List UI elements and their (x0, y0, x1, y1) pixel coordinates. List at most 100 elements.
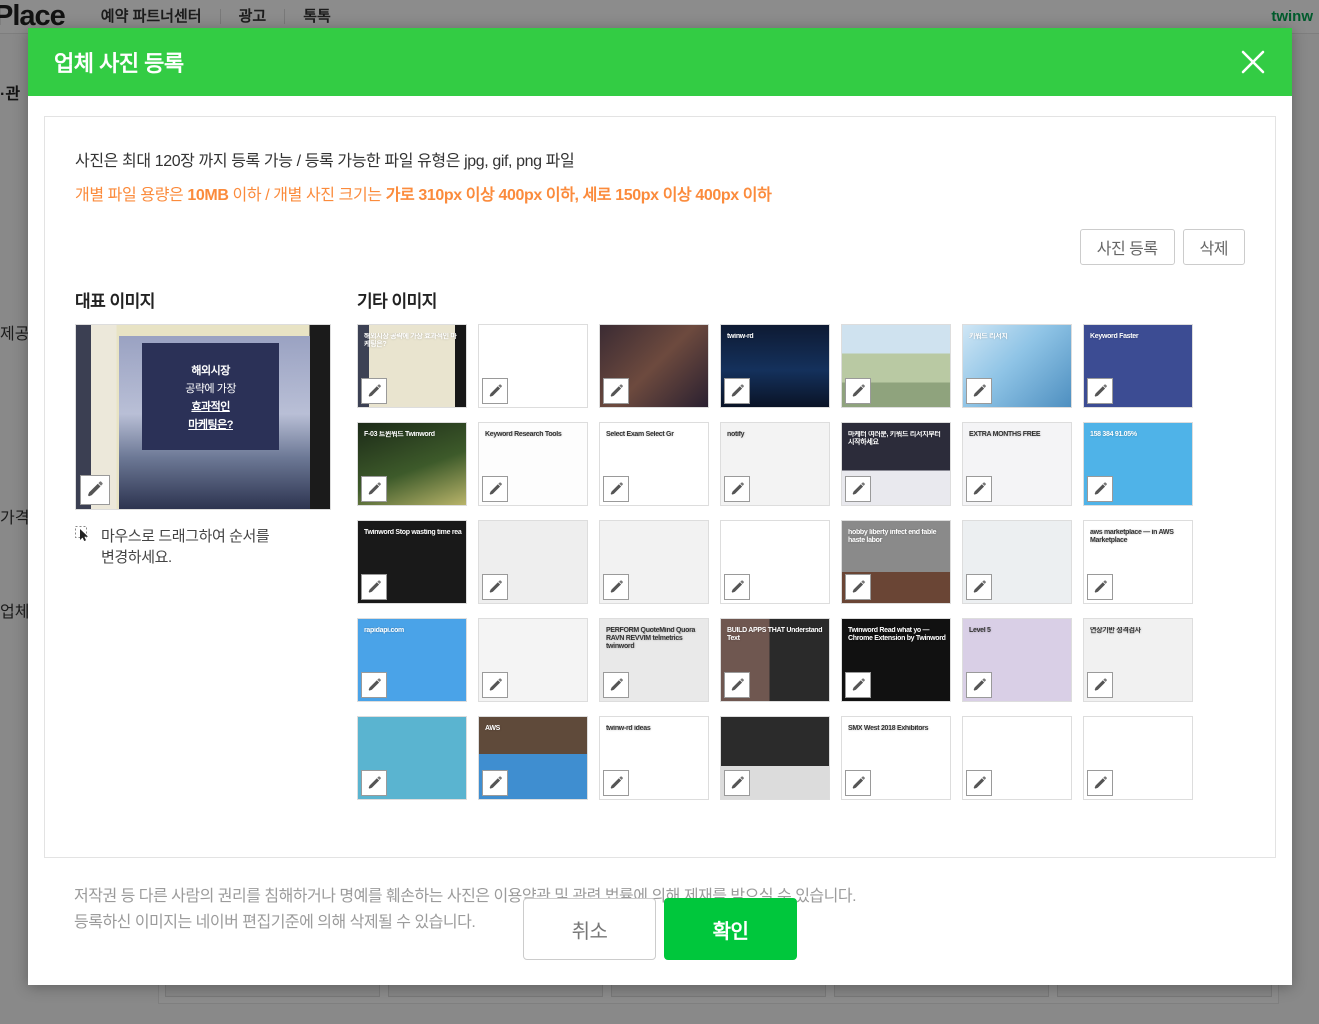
info-line-2: 개별 파일 용량은 10MB 이하 / 개별 사진 크기는 가로 310px 이… (75, 181, 1245, 205)
pencil-edit-icon[interactable] (724, 476, 750, 502)
pencil-edit-icon[interactable] (724, 770, 750, 796)
thumbnail-item[interactable] (357, 716, 467, 800)
pencil-edit-icon[interactable] (724, 574, 750, 600)
pencil-edit-icon[interactable] (1087, 378, 1113, 404)
thumbnail-item[interactable] (720, 520, 830, 604)
thumbnail-item[interactable] (1083, 716, 1193, 800)
panel-action-row: 사진 등록 삭제 (75, 229, 1245, 265)
pencil-edit-icon[interactable] (1087, 770, 1113, 796)
pencil-edit-icon[interactable] (603, 476, 629, 502)
info-part-2: 이하 / 개별 사진 크기는 (228, 187, 385, 204)
thumbnail-scroll-area[interactable]: 해외시장 공략에 가장 효과적인 마케팅은?twinw-rd키워드 리서치Key… (357, 324, 1245, 857)
thumbnail-item[interactable]: rapidapi.com (357, 618, 467, 702)
pencil-edit-icon[interactable] (603, 378, 629, 404)
thumbnail-item[interactable]: Keyword Research Tools (478, 422, 588, 506)
main-image-thumbnail[interactable]: 해외시장 공략에 가장 효과적인 마케팅은? (75, 324, 331, 510)
thumbnail-item[interactable]: 마케터 여러분, 키워드 리서치부터 시작하세요 (841, 422, 951, 506)
pencil-edit-icon[interactable] (724, 672, 750, 698)
pencil-edit-icon[interactable] (845, 378, 871, 404)
photo-upload-modal: 업체 사진 등록 사진은 최대 120장 까지 등록 가능 / 등록 가능한 파… (28, 28, 1292, 985)
pencil-edit-icon[interactable] (482, 770, 508, 796)
thumbnail-caption: notify (727, 431, 825, 439)
thumbnail-item[interactable]: Level 5 (962, 618, 1072, 702)
info-part-1: 10MB (187, 187, 228, 204)
thumbnail-item[interactable] (478, 324, 588, 408)
pencil-edit-icon[interactable] (845, 476, 871, 502)
pencil-edit-icon[interactable] (1087, 574, 1113, 600)
thumbnail-item[interactable]: 키워드 리서치 (962, 324, 1072, 408)
thumbnail-item[interactable] (478, 618, 588, 702)
thumbnail-item[interactable] (962, 520, 1072, 604)
thumbnail-caption: twinw-rd ideas (606, 725, 704, 733)
thumbnail-item[interactable]: SMX West 2018 Exhibitors (841, 716, 951, 800)
pencil-edit-icon[interactable] (482, 574, 508, 600)
pencil-edit-icon[interactable] (482, 672, 508, 698)
thumbnail-caption: 마케터 여러분, 키워드 리서치부터 시작하세요 (848, 431, 946, 447)
thumbnail-item[interactable]: Twinword Read what yo — Chrome Extension… (841, 618, 951, 702)
pencil-edit-icon[interactable] (966, 770, 992, 796)
thumbnail-caption: 158 384 91.05% (1090, 431, 1188, 439)
thumbnail-item[interactable]: Select Exam Select Gr (599, 422, 709, 506)
thumbnail-item[interactable]: twinw-rd (720, 324, 830, 408)
thumbnail-item[interactable] (599, 324, 709, 408)
pencil-edit-icon[interactable] (482, 378, 508, 404)
cancel-button[interactable]: 취소 (523, 898, 656, 960)
pencil-edit-icon[interactable] (603, 574, 629, 600)
thumbnail-item[interactable]: aws marketplace — in AWS Marketplace (1083, 520, 1193, 604)
pencil-edit-icon[interactable] (361, 672, 387, 698)
thumbnail-caption: Keyword Research Tools (485, 431, 583, 439)
thumbnail-item[interactable]: 해외시장 공략에 가장 효과적인 마케팅은? (357, 324, 467, 408)
pencil-edit-icon[interactable] (845, 770, 871, 796)
pencil-edit-icon[interactable] (1087, 672, 1113, 698)
pencil-edit-icon[interactable] (361, 574, 387, 600)
pencil-edit-icon[interactable] (966, 378, 992, 404)
thumbnail-item[interactable]: PERFORM QuoteMind Quora RAVN REVVIM telm… (599, 618, 709, 702)
close-icon[interactable] (1234, 43, 1272, 81)
pencil-edit-icon[interactable] (1087, 476, 1113, 502)
thumbnail-item[interactable]: Keyword Faster (1083, 324, 1193, 408)
pencil-edit-icon[interactable] (966, 672, 992, 698)
thumbnail-item[interactable]: Twinword Stop wasting time rea (357, 520, 467, 604)
thumbnail-caption: aws marketplace — in AWS Marketplace (1090, 529, 1188, 545)
delete-photo-button[interactable]: 삭제 (1183, 229, 1245, 265)
thumbnail-caption: twinw-rd (727, 333, 825, 341)
thumbnail-caption: BUILD APPS THAT Understand Text (727, 627, 825, 643)
thumbnail-item[interactable] (478, 520, 588, 604)
pencil-edit-icon[interactable] (966, 476, 992, 502)
thumbnail-item[interactable]: 연상기반 성격검사 (1083, 618, 1193, 702)
pencil-edit-icon[interactable] (845, 672, 871, 698)
pencil-edit-icon[interactable] (361, 770, 387, 796)
info-part-3: 가로 310px 이상 400px 이하, 세로 150px 이상 400px … (386, 187, 772, 204)
pencil-edit-icon[interactable] (361, 476, 387, 502)
confirm-button[interactable]: 확인 (664, 898, 797, 960)
upload-photo-button[interactable]: 사진 등록 (1080, 229, 1175, 265)
thumbnail-item[interactable]: twinw-rd ideas (599, 716, 709, 800)
pencil-edit-icon[interactable] (966, 574, 992, 600)
thumbnail-item[interactable] (962, 716, 1072, 800)
thumbnail-item[interactable]: hobby liberty infect end fable haste lab… (841, 520, 951, 604)
pencil-edit-icon[interactable] (482, 476, 508, 502)
pencil-edit-icon[interactable] (603, 672, 629, 698)
info-part-0: 개별 파일 용량은 (75, 187, 187, 204)
thumbnail-item[interactable]: notify (720, 422, 830, 506)
thumbnail-caption: PERFORM QuoteMind Quora RAVN REVVIM telm… (606, 627, 704, 651)
pencil-edit-icon[interactable] (724, 378, 750, 404)
pencil-edit-icon[interactable] (845, 574, 871, 600)
thumbnail-item[interactable] (841, 324, 951, 408)
other-images-column: 기타 이미지 해외시장 공략에 가장 효과적인 마케팅은? twinw-rd 키워드… (357, 287, 1245, 857)
pencil-edit-icon[interactable] (603, 770, 629, 796)
thumbnail-item[interactable] (599, 520, 709, 604)
modal-body: 사진은 최대 120장 까지 등록 가능 / 등록 가능한 파일 유형은 jpg… (28, 96, 1292, 873)
main-image-line-3: 마케팅은? (188, 416, 233, 432)
thumbnail-item[interactable]: EXTRA MONTHS FREE (962, 422, 1072, 506)
thumbnail-item[interactable]: BUILD APPS THAT Understand Text (720, 618, 830, 702)
thumbnail-item[interactable]: F-03 트윈워드 Twinword (357, 422, 467, 506)
pencil-edit-icon[interactable] (361, 378, 387, 404)
pencil-edit-icon[interactable] (80, 475, 110, 505)
thumbnail-item[interactable] (720, 716, 830, 800)
thumbnail-caption: Twinword Stop wasting time rea (364, 529, 462, 537)
thumbnail-item[interactable]: AWS (478, 716, 588, 800)
thumbnail-caption: EXTRA MONTHS FREE (969, 431, 1067, 439)
thumbnail-item[interactable]: 158 384 91.05% (1083, 422, 1193, 506)
other-images-label: 기타 이미지 (357, 287, 1245, 312)
